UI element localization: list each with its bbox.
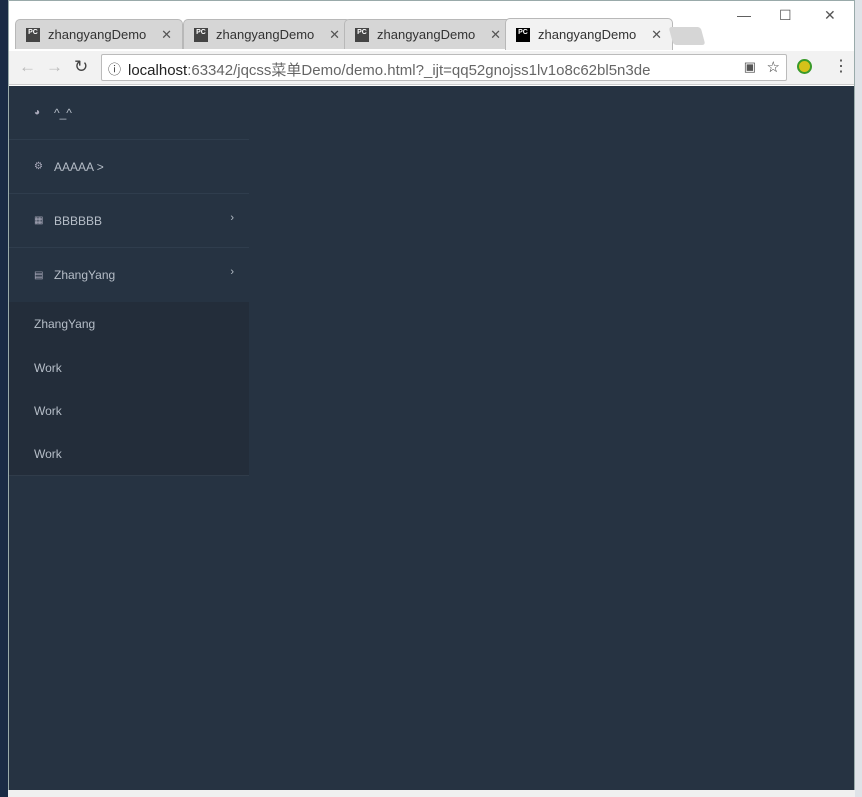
address-bar[interactable]: ⓘ localhost:63342/jqcss菜单Demo/demo.html?… xyxy=(101,54,787,81)
pycharm-icon: PC xyxy=(26,27,40,42)
list-icon: ▤ xyxy=(34,269,44,281)
back-icon[interactable]: ← xyxy=(19,57,36,77)
pycharm-icon: PC xyxy=(355,27,369,42)
menu-label: AAAAA > xyxy=(54,159,104,174)
menu-label: ZhangYang xyxy=(54,268,116,282)
tab-title: zhangyangDemo xyxy=(377,27,476,42)
menu-label: ^_^ xyxy=(54,105,72,120)
desktop-right-edge xyxy=(855,0,862,797)
title-bar: PC zhangyangDemo ✕ PC zhangyangDemo ✕ PC zhan… xyxy=(9,1,854,51)
tab-title: zhangyangDemo xyxy=(216,27,315,42)
tab-title: zhangyangDemo xyxy=(48,27,147,42)
tab-2[interactable]: PC zhangyangDemo ✕ xyxy=(183,19,351,49)
tab-3[interactable]: PC zhangyangDemo ✕ xyxy=(344,19,512,49)
browser-toolbar: ← → ↻ ⓘ localhost:63342/jqcss菜单Demo/demo… xyxy=(9,51,854,85)
star-icon[interactable]: ☆ xyxy=(767,58,780,76)
browser-window: PC zhangyangDemo ✕ PC zhangyangDemo ✕ PC zhan… xyxy=(8,0,855,790)
submenu-item[interactable]: Work xyxy=(9,389,249,432)
close-icon[interactable]: ✕ xyxy=(651,27,662,43)
page-content: ◕ ^_^ ⚙ AAAAA > ▦ BBBBBB › ▤ ZhangYang › Zhang… xyxy=(9,86,854,790)
new-tab-button[interactable] xyxy=(668,27,706,45)
minimize-icon[interactable]: — xyxy=(737,7,751,23)
dashboard-icon: ◕ xyxy=(34,107,41,118)
submenu: ZhangYang Work Work Work xyxy=(9,302,249,476)
menu-item-zhangyang[interactable]: ▤ ZhangYang › xyxy=(9,248,249,302)
sidebar-menu: ◕ ^_^ ⚙ AAAAA > ▦ BBBBBB › ▤ ZhangYang › Zhang… xyxy=(9,86,249,476)
submenu-item[interactable]: Work xyxy=(9,432,249,475)
menu-label: BBBBBB xyxy=(54,213,103,228)
tab-4-active[interactable]: PC zhangyangDemo ✕ xyxy=(505,18,673,50)
more-menu-icon[interactable]: ⋮ xyxy=(833,56,849,76)
close-window-icon[interactable]: ✕ xyxy=(824,7,836,24)
chevron-right-icon: › xyxy=(230,212,234,224)
menu-item-aaaaa[interactable]: ⚙ AAAAA > xyxy=(9,140,249,194)
submenu-item[interactable]: ZhangYang xyxy=(9,302,249,346)
menu-item-smile[interactable]: ◕ ^_^ xyxy=(9,86,249,140)
table-icon: ▦ xyxy=(34,215,44,226)
url-host: localhost xyxy=(128,62,188,79)
tab-1[interactable]: PC zhangyangDemo ✕ xyxy=(15,19,183,49)
desktop-left-edge xyxy=(0,0,8,797)
tab-title: zhangyangDemo xyxy=(538,27,637,42)
close-icon[interactable]: ✕ xyxy=(329,27,340,43)
cogs-icon: ⚙ xyxy=(34,161,43,172)
maximize-icon[interactable]: ☐ xyxy=(779,7,792,24)
forward-icon[interactable]: → xyxy=(46,57,63,77)
translate-icon[interactable]: ▣ xyxy=(744,59,756,75)
pycharm-icon: PC xyxy=(516,27,530,42)
extension-icon[interactable] xyxy=(797,59,812,74)
close-icon[interactable]: ✕ xyxy=(490,27,501,43)
reload-icon[interactable]: ↻ xyxy=(74,57,88,77)
close-icon[interactable]: ✕ xyxy=(161,27,172,43)
info-icon: ⓘ xyxy=(108,62,122,77)
chevron-right-icon: › xyxy=(230,266,234,278)
submenu-item[interactable]: Work xyxy=(9,346,249,389)
menu-item-bbbbbb[interactable]: ▦ BBBBBB › xyxy=(9,194,249,248)
url-path: :63342/jqcss菜单Demo/demo.html?_ijt=qq52gn… xyxy=(187,62,651,79)
pycharm-icon: PC xyxy=(194,27,208,42)
